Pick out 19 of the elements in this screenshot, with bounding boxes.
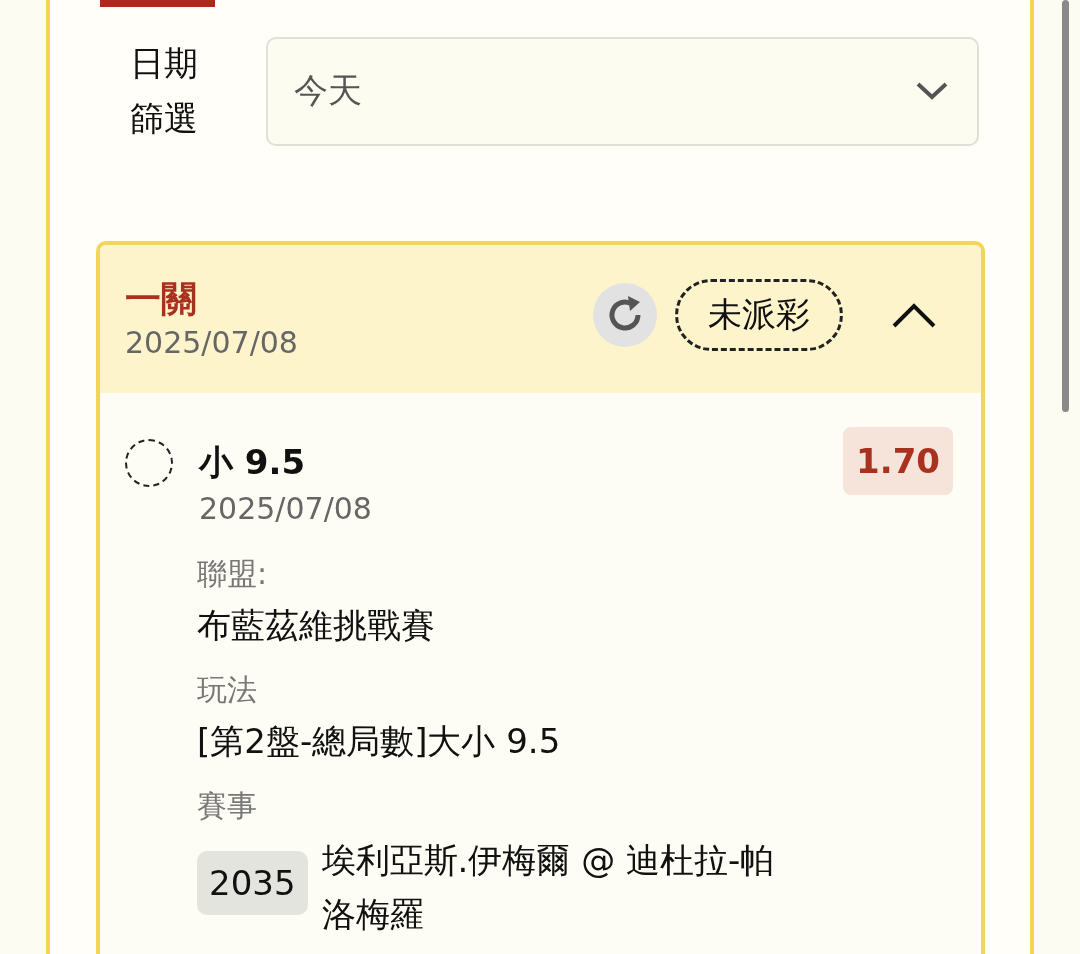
bet-type-title: 一關 [125,277,198,321]
bet-date: 2025/07/08 [125,324,298,362]
field-label: 賽事 [197,787,257,825]
status-badge: 未派彩 [675,279,843,351]
odds-badge: 1.70 [843,427,953,495]
selection-name: 小 9.5 [199,441,307,484]
field-value: 布藍茲維挑戰賽 [197,604,435,647]
date-dropdown[interactable]: 今天 [266,36,979,146]
event-number-tag: 2035 [197,851,308,915]
selection-radio[interactable] [125,439,173,487]
field-label: 聯盟: [197,555,268,593]
chevron-down-icon [915,80,949,102]
chevron-up-icon[interactable] [891,301,937,329]
field-value: [第2盤-總局數]大小 9.5 [197,720,561,763]
selection-date: 2025/07/08 [199,490,373,528]
scrollbar[interactable] [1062,0,1069,412]
filter-label: 日期篩選 [130,42,199,140]
match-name: 埃利亞斯.伊梅爾 @ 迪杜拉-帕洛梅羅 [321,839,776,936]
field-label: 玩法 [197,671,257,709]
